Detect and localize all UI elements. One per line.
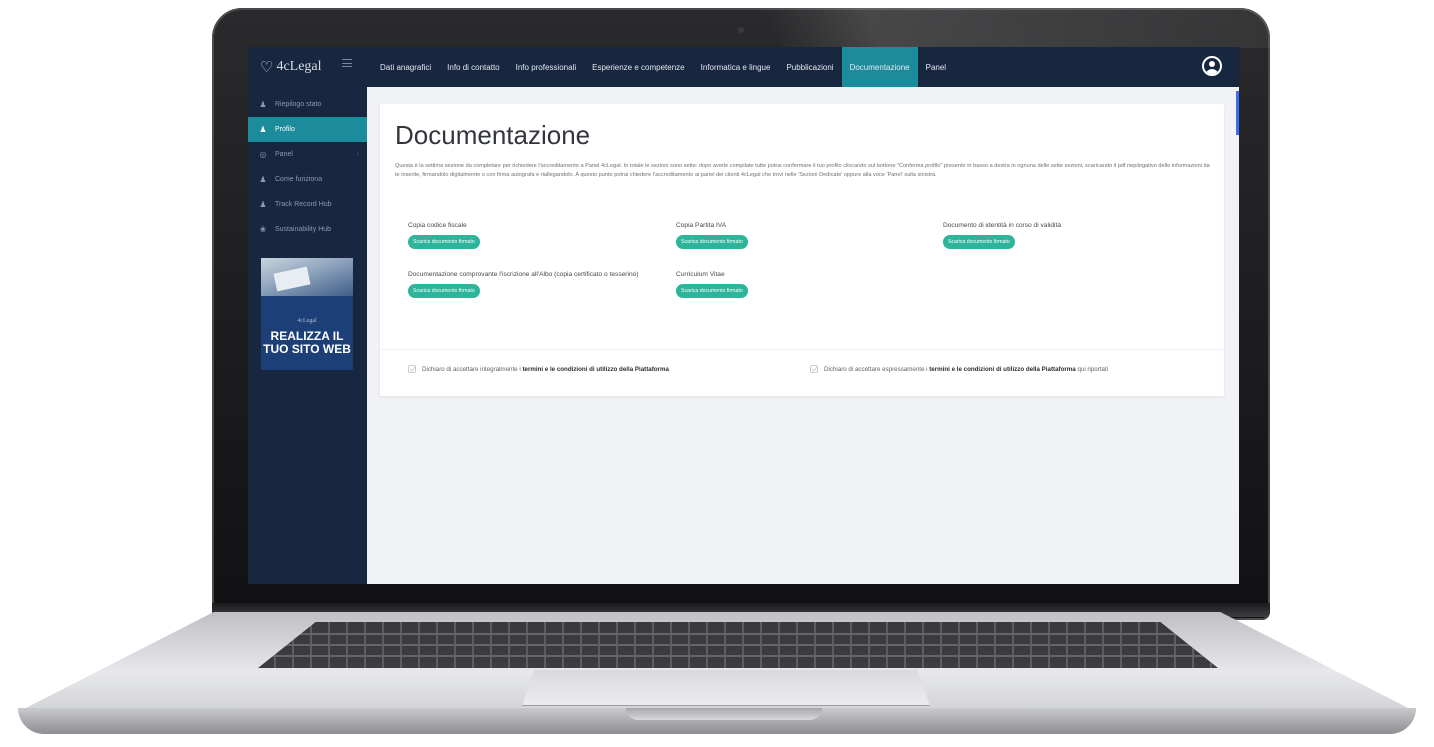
tab-esperienze-competenze[interactable]: Esperienze e competenze <box>584 47 693 87</box>
user-icon: ♟ <box>259 200 267 209</box>
checkbox[interactable] <box>408 365 416 373</box>
sidebar: ♟ Riepilogo stato ♟ Profilo ◎ Panel ‹ ♟ … <box>248 87 367 584</box>
brand-logo[interactable]: ♡ 4cLegal <box>248 47 367 87</box>
doc-label: Copia codice fiscale <box>408 222 467 229</box>
doc-curriculum-vitae: Curriculum Vitae Scarica documento firma… <box>676 270 916 298</box>
page-title: Documentazione <box>395 120 591 150</box>
consent-termini-integrale[interactable]: Dichiaro di accettare integralmente i te… <box>408 365 669 373</box>
tab-dati-anagrafici[interactable]: Dati anagrafici <box>372 47 439 87</box>
user-icon: ♟ <box>259 175 267 184</box>
lid-reflection <box>760 8 1270 48</box>
diamond-logo-icon: ♡ <box>260 59 274 76</box>
consent-text: Dichiaro di accettare espressamente i te… <box>824 366 1108 373</box>
tab-info-contatto[interactable]: Info di contatto <box>439 47 507 87</box>
scrollbar[interactable] <box>1236 91 1239 135</box>
sidebar-item-label: Profilo <box>275 126 295 133</box>
laptop-mockup: ♡ 4cLegal Dati anagrafici Info di contat… <box>0 0 1434 747</box>
consent-prefix: Dichiaro di accettare integralmente i <box>422 365 523 373</box>
sidebar-item-label: Sustainability Hub <box>275 226 332 233</box>
tab-info-professionali[interactable]: Info professionali <box>508 47 584 87</box>
sidebar-item-label: Panel <box>275 151 293 158</box>
menu-toggle-icon[interactable] <box>342 59 352 67</box>
doc-iscrizione-albo: Documentazione comprovante l'iscrizione … <box>408 270 648 298</box>
user-circle-icon[interactable] <box>1202 56 1222 76</box>
consent-termini-espressamente[interactable]: Dichiaro di accettare espressamente i te… <box>810 365 1108 373</box>
sidebar-item-riepilogo-stato[interactable]: ♟ Riepilogo stato <box>248 92 367 117</box>
doc-label: Documento di identità in corso di validi… <box>943 222 1062 229</box>
download-signed-button[interactable]: Scarica documento firmato <box>408 235 480 249</box>
leaf-icon: ❀ <box>259 225 267 234</box>
key-row-divider <box>258 644 1218 646</box>
camera-icon <box>738 27 744 33</box>
divider <box>380 349 1224 350</box>
doc-identita: Documento di identità in corso di validi… <box>943 221 1203 249</box>
tab-panel[interactable]: Panel <box>918 47 954 87</box>
checkbox[interactable] <box>810 365 818 373</box>
keyboard <box>258 622 1218 668</box>
sidebar-item-profilo[interactable]: ♟ Profilo <box>248 117 367 142</box>
download-signed-button[interactable]: Scarica documento firmato <box>676 284 748 298</box>
tab-documentazione[interactable]: Documentazione <box>841 47 918 87</box>
lid-notch <box>626 708 822 720</box>
sidebar-item-label: Riepilogo stato <box>275 101 322 108</box>
download-signed-button[interactable]: Scarica documento firmato <box>676 235 748 249</box>
user-icon: ♟ <box>259 125 267 134</box>
doc-label: Copia Partita IVA <box>676 222 727 229</box>
promo-image <box>261 258 353 296</box>
doc-label: Documentazione comprovante l'iscrizione … <box>408 271 639 278</box>
app-screen: ♡ 4cLegal Dati anagrafici Info di contat… <box>248 47 1239 584</box>
consent-text: Dichiaro di accettare integralmente i te… <box>422 366 669 373</box>
sidebar-item-sustainability-hub[interactable]: ❀ Sustainability Hub <box>248 217 367 242</box>
documentazione-card: Documentazione Questa è la settima sezio… <box>380 104 1224 396</box>
promo-text: REALIZZA IL TUO SITO WEB <box>263 329 351 356</box>
doc-partita-iva: Copia Partita IVA Scarica documento firm… <box>676 221 916 249</box>
chevron-left-icon: ‹ <box>356 151 359 158</box>
laptop-lid: ♡ 4cLegal Dati anagrafici Info di contat… <box>212 8 1270 620</box>
sidebar-item-panel[interactable]: ◎ Panel ‹ <box>248 142 367 167</box>
terms-link[interactable]: termini e le condizioni di utilizzo dell… <box>522 366 668 373</box>
top-navbar: ♡ 4cLegal Dati anagrafici Info di contat… <box>248 47 1239 87</box>
intro-text: Questa è la settima sezione da completar… <box>395 163 1210 178</box>
terms-link[interactable]: termini e le condizioni di utilizzo dell… <box>929 366 1075 373</box>
key-row-divider <box>258 633 1218 635</box>
sidebar-item-come-funziona[interactable]: ♟ Come funziona <box>248 167 367 192</box>
download-signed-button[interactable]: Scarica documento firmato <box>408 284 480 298</box>
tab-pubblicazioni[interactable]: Pubblicazioni <box>778 47 841 87</box>
consent-suffix: qui riportati <box>1075 365 1109 373</box>
promo-banner[interactable]: 4cLegal REALIZZA IL TUO SITO WEB <box>261 258 353 370</box>
brand-name: 4cLegal <box>276 59 322 74</box>
key-row-divider <box>258 655 1218 657</box>
globe-icon: ◎ <box>259 150 267 159</box>
sidebar-item-label: Come funziona <box>275 176 323 183</box>
promo-logo: 4cLegal <box>297 318 317 324</box>
download-signed-button[interactable]: Scarica documento firmato <box>943 235 1015 249</box>
sidebar-item-track-record-hub[interactable]: ♟ Track Record Hub <box>248 192 367 217</box>
sidebar-item-label: Track Record Hub <box>275 201 332 208</box>
section-tabs: Dati anagrafici Info di contatto Info pr… <box>372 47 954 87</box>
user-icon: ♟ <box>259 100 267 109</box>
consent-prefix: Dichiaro di accettare espressamente i <box>824 365 930 373</box>
doc-codice-fiscale: Copia codice fiscale Scarica documento f… <box>408 221 648 249</box>
trackpad <box>522 670 930 706</box>
tab-informatica-lingue[interactable]: Informatica e lingue <box>693 47 779 87</box>
doc-label: Curriculum Vitae <box>676 271 725 278</box>
